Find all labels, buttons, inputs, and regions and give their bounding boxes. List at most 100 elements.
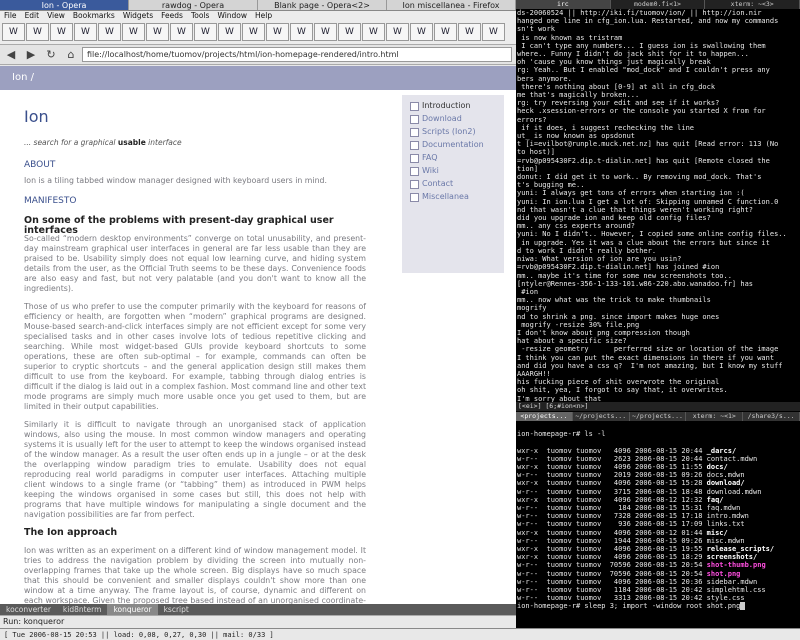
file-name: shot.png <box>706 569 741 578</box>
shell-line: w-r-- tuomov tuomov 70596 2006-08-15 20:… <box>517 570 800 578</box>
reload-icon[interactable]: ↻ <box>42 47 60 63</box>
shell-tab[interactable]: ~/projects... <box>573 412 630 421</box>
file-name: misc/ <box>706 528 728 537</box>
frame-tab[interactable]: kscript <box>158 604 195 615</box>
menu-item[interactable]: Help <box>251 11 276 21</box>
bookmark-button[interactable]: W <box>242 23 265 41</box>
irc-line: =rvb@p095430F2.dip.t-dialin.net] has joi… <box>517 263 720 272</box>
file-name: contact.mdwn <box>706 454 758 463</box>
sidebar-item[interactable]: Contact <box>410 177 504 190</box>
shell-output[interactable]: ion-homepage-r# ls -l wxr-x tuomov tuomo… <box>516 422 800 628</box>
bookmark-button[interactable]: W <box>98 23 121 41</box>
sidebar-item[interactable]: Download <box>410 112 504 125</box>
menu-item[interactable]: File <box>0 11 21 21</box>
menu-item[interactable]: Tools <box>187 11 213 21</box>
sidebar-item[interactable]: Miscellanea <box>410 190 504 203</box>
terminal-tab[interactable]: modem0.fi<1> <box>611 0 706 9</box>
page-title: Ion <box>24 107 49 126</box>
frame-tab[interactable]: kid8nterm <box>57 604 108 615</box>
bookmark-button[interactable]: W <box>458 23 481 41</box>
bookmark-button[interactable]: W <box>410 23 433 41</box>
navigation-bar: ◀ ▶ ↻ ⌂ file://localhost/home/tuomov/pro… <box>0 45 516 65</box>
bookmark-button[interactable]: W <box>74 23 97 41</box>
sidebar-item[interactable]: Documentation <box>410 138 504 151</box>
sidebar-item[interactable]: FAQ <box>410 151 504 164</box>
irc-line: errors? <box>517 115 547 124</box>
shell-text: w-r-- tuomov tuomov 2019 2006-08-15 09:2… <box>517 471 707 480</box>
terminal-tab-bar: irc modem0.fi<1> xterm: ~<3> <box>516 0 800 9</box>
shell-tab[interactable]: /share3/s... <box>743 412 800 421</box>
sidebar-item[interactable]: Wiki <box>410 164 504 177</box>
irc-line: rg: Yeah.. But I enabled "mod_dock" and … <box>517 66 770 75</box>
irc-line: d to work I didn't really bother. <box>517 246 657 255</box>
bookmark-button[interactable]: W <box>362 23 385 41</box>
terminal-tab[interactable]: irc <box>516 0 611 9</box>
menu-item[interactable]: Edit <box>21 11 44 21</box>
file-name: download/ <box>706 479 745 488</box>
bookmark-button[interactable]: W <box>338 23 361 41</box>
frame-tab[interactable]: konqueror <box>107 604 158 615</box>
frame-tab[interactable]: koconverter <box>0 604 57 615</box>
bookmark-button[interactable]: W <box>482 23 505 41</box>
irc-line: mogrify -resize 30% file.png <box>517 320 640 329</box>
shell-text: w-r-- tuomov tuomov 936 2006-08-15 17:09 <box>517 520 707 529</box>
shell-text: wxr-x tuomov tuomov 4096 2006-08-15 20:4… <box>517 446 707 455</box>
bookmark-button[interactable]: W <box>386 23 409 41</box>
irc-line: I can't type any numbers... I guess ion … <box>517 41 766 50</box>
file-name: download.mdwn <box>706 487 762 496</box>
home-icon[interactable]: ⌂ <box>62 47 80 63</box>
shell-line: w-r-- tuomov tuomov 3313 2006-08-15 20:4… <box>517 594 800 602</box>
bookmark-button[interactable]: W <box>266 23 289 41</box>
bookmark-button[interactable]: W <box>290 23 313 41</box>
shell-text: wxr-x tuomov tuomov 4096 2006-08-15 11:5… <box>517 463 707 472</box>
bookmark-button[interactable]: W <box>2 23 25 41</box>
bookmark-button[interactable]: W <box>170 23 193 41</box>
shell-tab[interactable]: <projects... <box>516 412 573 421</box>
browser-tab[interactable]: Ion - Opera <box>0 0 129 10</box>
menu-item[interactable]: Window <box>213 11 251 21</box>
frame-window-list: koconverter kid8nterm konqueror kscript <box>0 604 516 615</box>
bookmark-button[interactable]: W <box>122 23 145 41</box>
shell-text: wxr-x tuomov tuomov 4096 2006-08-15 15:2… <box>517 479 707 488</box>
shell-tab[interactable]: xterm: ~<1> <box>686 412 744 421</box>
menu-item[interactable]: Feeds <box>157 11 187 21</box>
shell-line: w-r-- tuomov tuomov 7328 2006-08-15 17:1… <box>517 512 800 520</box>
page-header: Ion / <box>0 66 516 90</box>
menu-item[interactable]: Widgets <box>119 11 157 21</box>
paragraph-3: Similarly it is difficult to navigate th… <box>24 420 366 519</box>
browser-tab[interactable]: Ion miscellanea - Firefox <box>387 0 516 10</box>
shell-line: w-r-- tuomov tuomov 1944 2006-08-15 09:2… <box>517 537 800 545</box>
back-icon[interactable]: ◀ <box>2 47 20 63</box>
browser-tab[interactable]: rawdog - Opera <box>129 0 258 10</box>
sidebar-item[interactable]: Introduction <box>410 99 504 112</box>
shell-line: w-r-- tuomov tuomov 70596 2006-08-15 20:… <box>517 561 800 569</box>
menu-item[interactable]: View <box>43 11 69 21</box>
shell-line: wxr-x tuomov tuomov 4096 2006-08-15 18:2… <box>517 553 800 561</box>
irc-line: to host)] <box>517 148 555 157</box>
menu-item[interactable]: Bookmarks <box>69 11 119 21</box>
shell-tab[interactable]: ~/projects... <box>630 412 687 421</box>
terminal-tab[interactable]: xterm: ~<3> <box>705 0 800 9</box>
browser-toolbar: File Edit View Bookmarks Widgets Feeds Tools Wi… <box>0 11 516 45</box>
bookmark-button[interactable]: W <box>146 23 169 41</box>
bookmark-button[interactable]: W <box>434 23 457 41</box>
bookmark-button[interactable]: W <box>218 23 241 41</box>
bookmark-button[interactable]: W <box>26 23 49 41</box>
file-name: style.css <box>706 594 745 603</box>
bookmark-button[interactable]: W <box>50 23 73 41</box>
sidebar-item[interactable]: Scripts (Ion2) <box>410 125 504 138</box>
browser-tab[interactable]: Blank page - Opera<2> <box>258 0 387 10</box>
bookmark-button[interactable]: W <box>314 23 337 41</box>
tagline-text: ... search for a graphical <box>24 138 118 147</box>
bookmark-button[interactable]: W <box>194 23 217 41</box>
irc-line: ds-20060524 || http://iki.fi/tuomov/ion/… <box>517 9 762 17</box>
run-prompt[interactable]: Run: konqueror <box>0 615 516 626</box>
terminal-cursor <box>740 602 745 611</box>
url-input[interactable]: file://localhost/home/tuomov/projects/ht… <box>82 47 512 62</box>
irc-log: ds-20060524 || http://iki.fi/tuomov/ion/… <box>516 9 800 402</box>
irc-line: [ntyler@Rennes-356-1-133-101.w86-220.abo… <box>517 279 754 288</box>
irc-line: yuni: In ion.lua I get a lot of: Skippin… <box>517 197 779 206</box>
forward-icon[interactable]: ▶ <box>22 47 40 63</box>
